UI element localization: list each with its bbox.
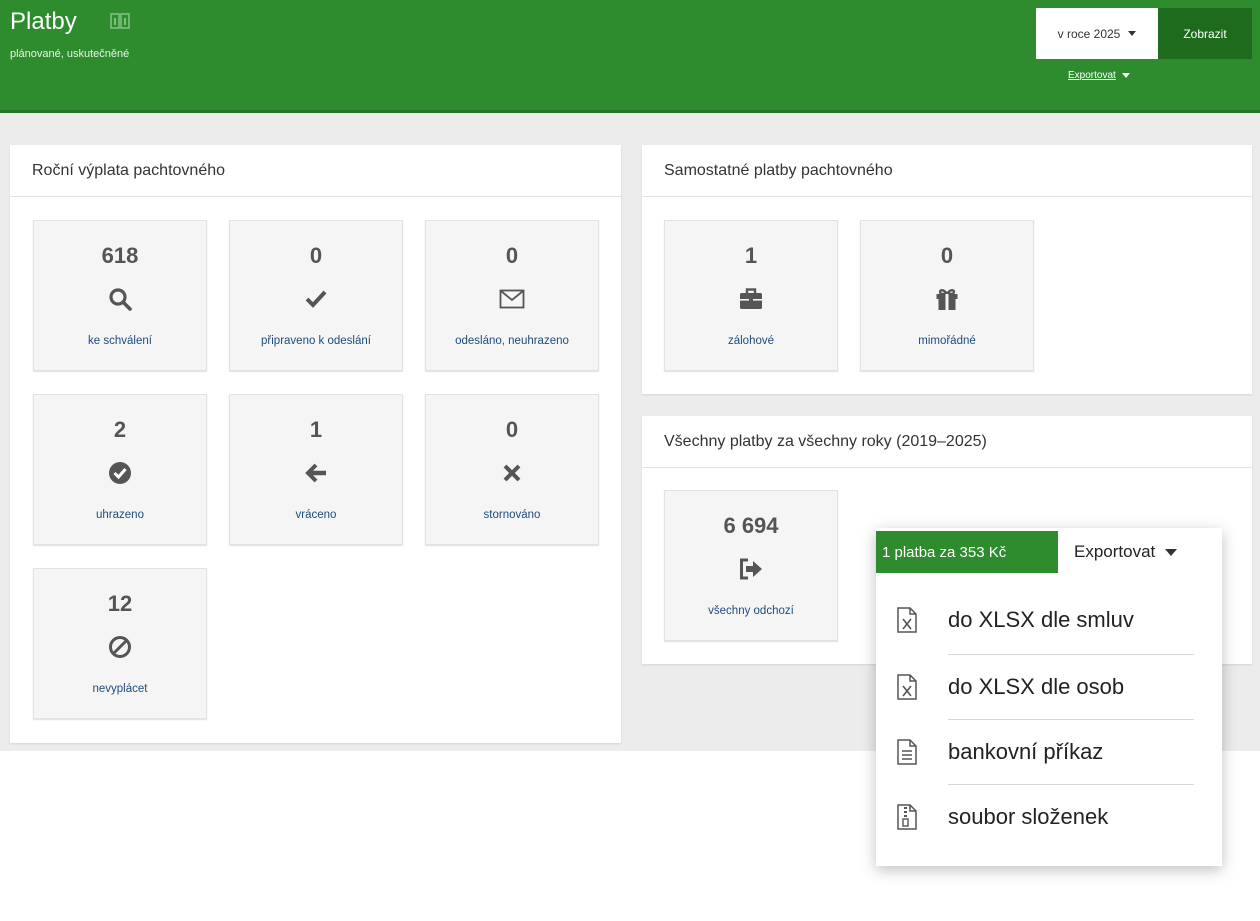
text-file-icon <box>897 739 917 765</box>
tile-count: 0 <box>940 243 954 268</box>
tile-label: vráceno <box>295 509 337 521</box>
page-subtitle: plánované, uskutečněné <box>10 48 130 60</box>
tile-count: 1 <box>744 243 758 268</box>
envelope-icon <box>499 289 525 309</box>
tile-count: 12 <box>107 591 133 616</box>
tile-cancelled[interactable]: 0 stornováno <box>425 394 599 545</box>
chevron-down-icon <box>1128 31 1137 36</box>
chevron-down-icon <box>1165 548 1178 556</box>
menu-item-label: do XLSX dle osob <box>948 674 1125 699</box>
menu-item-label: bankovní příkaz <box>948 739 1104 764</box>
tile-to-approve[interactable]: 618 ke schválení <box>33 220 207 371</box>
tile-count: 0 <box>309 243 323 268</box>
arrow-left-icon <box>305 463 326 483</box>
excel-file-icon <box>897 674 917 700</box>
tile-label: zálohové <box>727 335 775 347</box>
panel-title: Roční výplata pachtovného <box>10 145 621 197</box>
tile-count: 618 <box>101 243 139 268</box>
times-icon <box>503 464 521 482</box>
menu-item-xlsx-contracts[interactable]: do XLSX dle smluv <box>876 588 1222 652</box>
book-icon[interactable] <box>110 13 130 29</box>
tile-count: 0 <box>505 417 519 442</box>
check-circle-icon <box>109 462 131 484</box>
excel-file-icon <box>897 607 917 633</box>
tile-label: ke schválení <box>88 335 152 347</box>
tile-label: připraveno k odeslání <box>261 335 371 347</box>
tile-ready-to-send[interactable]: 0 připraveno k odeslání <box>229 220 403 371</box>
annual-payments-panel: Roční výplata pachtovného 618 ke schvále… <box>10 145 621 743</box>
tile-label: všechny odchozí <box>708 605 794 617</box>
year-select[interactable]: v roce 2025 <box>1036 8 1158 59</box>
show-button[interactable]: Zobrazit <box>1158 8 1252 59</box>
export-link-label: Exportovat <box>1068 70 1116 81</box>
menu-item-xlsx-persons[interactable]: do XLSX dle osob <box>876 655 1222 719</box>
tile-do-not-pay[interactable]: 12 nevyplácet <box>33 568 207 719</box>
tile-sent-unpaid[interactable]: 0 odesláno, neuhrazeno <box>425 220 599 371</box>
tile-count: 6 694 <box>723 513 779 538</box>
menu-item-postal-orders[interactable]: soubor složenek <box>876 785 1222 849</box>
briefcase-icon <box>740 288 762 309</box>
tile-label: uhrazeno <box>96 509 144 521</box>
archive-file-icon <box>897 804 917 830</box>
tile-label: odesláno, neuhrazeno <box>455 335 569 347</box>
tile-extraordinary[interactable]: 0 mimořádné <box>860 220 1034 371</box>
page-title: Platby <box>10 8 77 35</box>
tile-label: mimořádné <box>918 335 976 347</box>
export-dropdown-toggle[interactable]: Exportovat <box>1074 531 1178 573</box>
panel-title: Samostatné platby pachtovného <box>642 145 1252 197</box>
tile-count: 0 <box>505 243 519 268</box>
search-icon <box>109 288 132 311</box>
export-dropdown-label: Exportovat <box>1074 542 1156 561</box>
tile-paid[interactable]: 2 uhrazeno <box>33 394 207 545</box>
tile-label: nevyplácet <box>92 683 148 695</box>
tile-returned[interactable]: 1 vráceno <box>229 394 403 545</box>
ban-icon <box>109 636 131 658</box>
export-dropdown: 1 platba za 353 Kč Exportovat do XLSX dl… <box>876 528 1222 866</box>
export-link[interactable]: Exportovat <box>1068 70 1130 81</box>
separate-payments-panel: Samostatné platby pachtovného 1 zálohové… <box>642 145 1252 394</box>
menu-item-label: soubor složenek <box>948 804 1109 829</box>
menu-item-label: do XLSX dle smluv <box>948 607 1134 632</box>
page-header: Platby plánované, uskutečněné v roce 202… <box>0 0 1260 113</box>
selection-summary-badge: 1 platba za 353 Kč <box>876 531 1058 573</box>
tile-count: 2 <box>113 417 127 442</box>
sign-out-icon <box>740 558 762 580</box>
gift-icon <box>936 289 958 310</box>
tile-all-outgoing[interactable]: 6 694 všechny odchozí <box>664 490 838 641</box>
tile-label: stornováno <box>483 509 541 521</box>
menu-item-bank-order[interactable]: bankovní příkaz <box>876 720 1222 784</box>
tile-advance[interactable]: 1 zálohové <box>664 220 838 371</box>
check-icon <box>305 290 327 308</box>
panel-title: Všechny platby za všechny roky (2019–202… <box>642 416 1252 468</box>
year-select-value: v roce 2025 <box>1057 26 1121 41</box>
tile-count: 1 <box>309 417 323 442</box>
chevron-down-icon <box>1121 73 1130 78</box>
